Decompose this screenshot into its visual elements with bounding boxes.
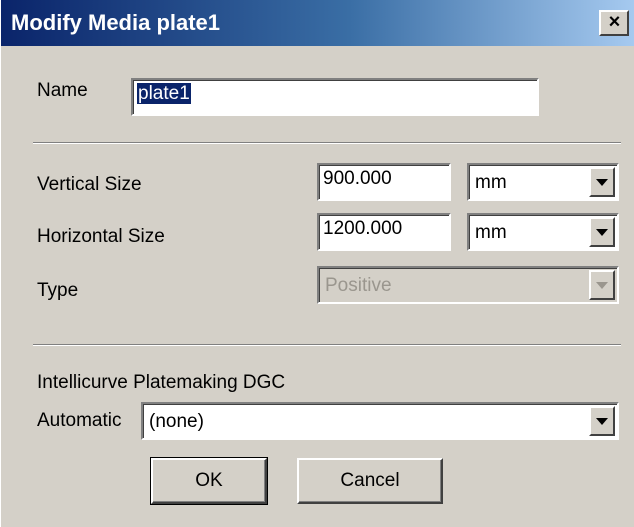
- chevron-down-icon: [596, 229, 608, 236]
- chevron-down-icon: [596, 179, 608, 186]
- type-value: Positive: [325, 275, 392, 296]
- horizontal-size-label: Horizontal Size: [37, 226, 165, 247]
- automatic-label: Automatic: [37, 410, 122, 431]
- vertical-unit-select[interactable]: mm: [467, 163, 619, 201]
- chevron-down-icon: [596, 418, 608, 425]
- name-input-value: plate1: [137, 83, 191, 104]
- vertical-size-input[interactable]: 900.000: [317, 163, 451, 201]
- automatic-dgc-value: (none): [149, 411, 204, 432]
- modify-media-dialog: Modify Media plate1 × Name plate1 Vertic…: [0, 0, 634, 527]
- vertical-unit-value: mm: [475, 172, 507, 193]
- name-label: Name: [37, 80, 88, 101]
- ok-button[interactable]: OK: [150, 457, 268, 505]
- horizontal-size-input[interactable]: 1200.000: [317, 213, 451, 251]
- separator-bottom: [33, 344, 621, 346]
- vertical-unit-dropdown-button[interactable]: [589, 167, 615, 197]
- automatic-dgc-select[interactable]: (none): [141, 402, 619, 440]
- close-icon[interactable]: ×: [599, 10, 629, 36]
- dgc-section-label: Intellicurve Platemaking DGC: [37, 372, 286, 393]
- type-dropdown-button: [589, 270, 615, 300]
- window-title: Modify Media plate1: [11, 10, 221, 35]
- chevron-down-icon: [596, 282, 608, 289]
- horizontal-unit-select[interactable]: mm: [467, 213, 619, 251]
- type-select: Positive: [317, 266, 619, 304]
- name-input[interactable]: plate1: [131, 78, 539, 116]
- horizontal-unit-dropdown-button[interactable]: [589, 217, 615, 247]
- title-bar[interactable]: Modify Media plate1 ×: [1, 0, 634, 46]
- horizontal-unit-value: mm: [475, 222, 507, 243]
- cancel-button[interactable]: Cancel: [297, 458, 443, 504]
- separator-top: [33, 142, 621, 144]
- type-label: Type: [37, 280, 79, 301]
- vertical-size-label: Vertical Size: [37, 174, 142, 195]
- automatic-dgc-dropdown-button[interactable]: [589, 406, 615, 436]
